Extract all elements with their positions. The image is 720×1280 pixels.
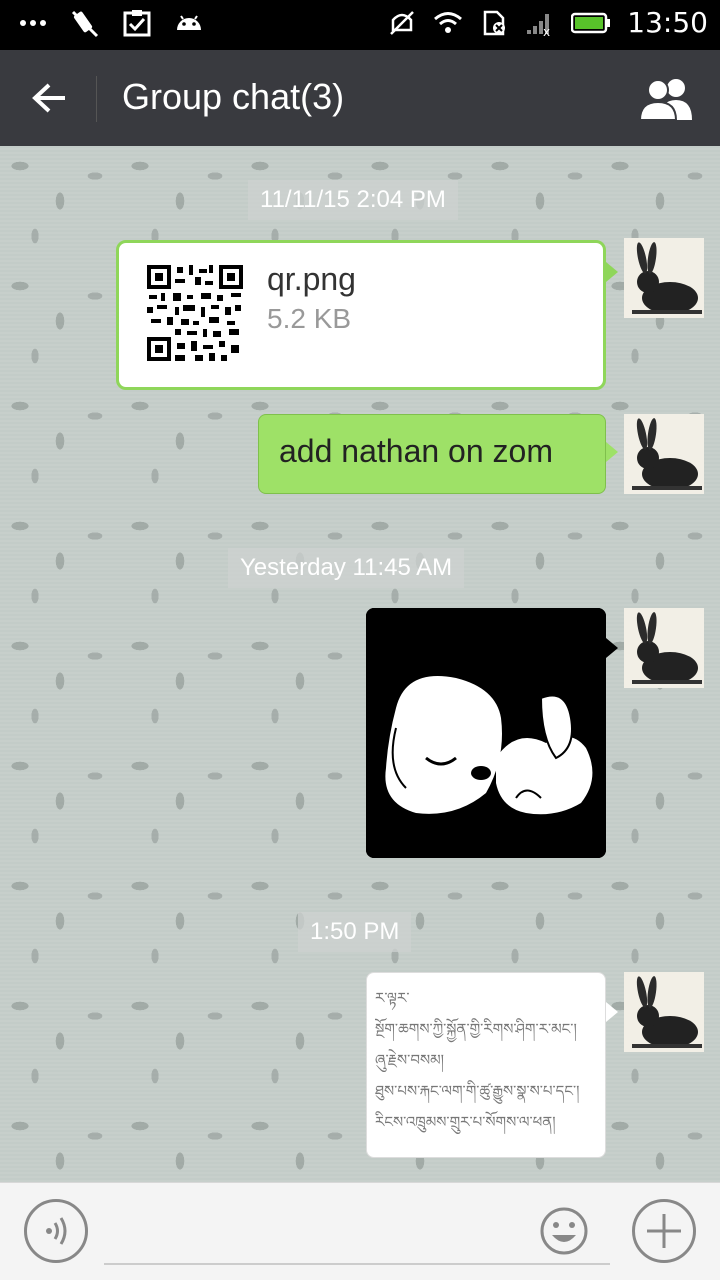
- wifi-icon: [434, 11, 463, 33]
- qr-code-icon: [145, 263, 245, 363]
- signal-icon: x: [527, 13, 550, 38]
- header-divider: [96, 76, 97, 122]
- emoji-icon: [540, 1207, 588, 1255]
- no-pen-icon: [71, 10, 99, 38]
- tibetan-line: རིངས་འཁྲུམས་གྲུར་པ་སོགས་ལ་ཕན།: [375, 1113, 556, 1131]
- file-name: qr.png: [267, 261, 356, 297]
- tibetan-line: ཞུ་རྗེས་བསམ།: [375, 1051, 444, 1069]
- avatar[interactable]: [624, 608, 704, 688]
- timestamp: 1:50 PM: [298, 912, 412, 952]
- timestamp: Yesterday 11:45 AM: [228, 548, 465, 588]
- status-time: 13:50: [627, 6, 708, 39]
- android-icon: [177, 15, 201, 30]
- group-members-icon: [638, 79, 692, 121]
- file-size: 5.2 KB: [267, 303, 352, 334]
- tibetan-line: ར་ལྟར་: [375, 989, 410, 1007]
- rabbit-avatar-icon: [624, 414, 704, 494]
- svg-text:x: x: [543, 25, 550, 38]
- text-message-bubble[interactable]: add nathan on zom: [258, 414, 606, 494]
- bubble-tail: [606, 1002, 618, 1022]
- sleeping-puppy-sticker: [366, 608, 606, 858]
- status-right-icons: x 13:50: [387, 6, 708, 39]
- rabbit-avatar-icon: [624, 608, 704, 688]
- more-dots-icon: [20, 20, 46, 26]
- chat-header: Group chat(3): [0, 50, 720, 146]
- group-members-button[interactable]: [638, 76, 694, 122]
- bubble-tail: [606, 442, 618, 462]
- status-bar: x 13:50: [0, 0, 720, 50]
- tibetan-line: སྔོག་ཆགས་ཀྱི་སྐྱོན་གྱི་རིགས་ཤིག་ར་མང་།: [375, 1020, 577, 1038]
- avatar[interactable]: [624, 238, 704, 318]
- status-left-icons: [18, 8, 204, 38]
- page-title: Group chat(3): [122, 76, 345, 117]
- back-button[interactable]: [22, 74, 76, 122]
- bubble-tail: [606, 638, 618, 658]
- emoji-button[interactable]: [538, 1199, 590, 1263]
- avatar[interactable]: [624, 414, 704, 494]
- voice-button[interactable]: [24, 1199, 88, 1263]
- image-message-bubble[interactable]: [366, 608, 606, 858]
- input-bar: [0, 1182, 720, 1280]
- bubble-tail: [606, 262, 618, 282]
- avatar[interactable]: [624, 972, 704, 1052]
- timestamp: 11/11/15 2:04 PM: [248, 180, 458, 220]
- chat-area[interactable]: 11/11/15 2:04 PM qr.png 5.2 KB add natha…: [0, 146, 720, 1182]
- message-input[interactable]: [104, 1201, 610, 1265]
- sim-icon: [484, 10, 506, 35]
- mute-icon: [390, 10, 415, 35]
- plus-button[interactable]: [632, 1199, 696, 1263]
- voice-icon: [46, 1217, 67, 1245]
- tibetan-line: ཐུས་པས་རྐང་ལག་གི་ཚུ་རྒྱུས་སྣ་ས་པ་དང་།: [375, 1082, 580, 1100]
- rabbit-avatar-icon: [624, 238, 704, 318]
- back-arrow-icon: [32, 83, 65, 113]
- plus-icon: [647, 1214, 681, 1248]
- file-message-bubble[interactable]: qr.png 5.2 KB: [116, 240, 606, 390]
- battery-icon: [571, 12, 611, 33]
- tibetan-text-bubble[interactable]: ར་ལྟར་ སྔོག་ཆགས་ཀྱི་སྐྱོན་གྱི་རིགས་ཤིག་ར…: [366, 972, 606, 1158]
- rabbit-avatar-icon: [624, 972, 704, 1052]
- clipboard-check-icon: [123, 10, 151, 37]
